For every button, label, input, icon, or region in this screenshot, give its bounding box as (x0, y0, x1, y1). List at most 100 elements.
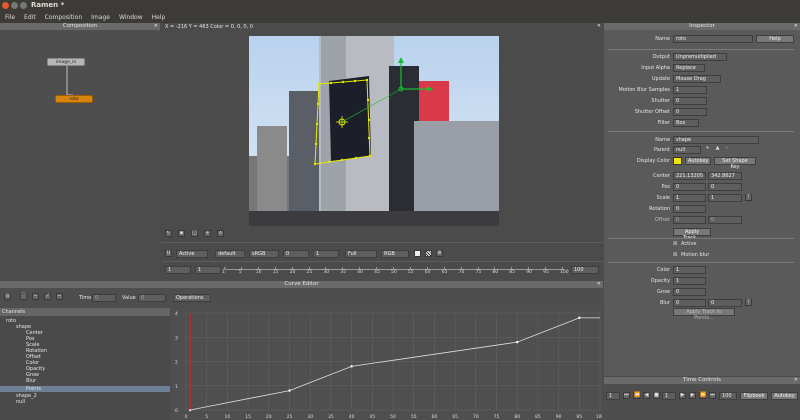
output-select[interactable]: Unpremultiplied (673, 53, 727, 61)
offset-x-field[interactable]: 0 (673, 216, 706, 224)
menu-composition[interactable]: Composition (45, 14, 82, 21)
channel-u-button[interactable]: U (165, 250, 172, 257)
offset-y-field[interactable]: 0 (708, 216, 742, 224)
rotation-field[interactable]: 0 (673, 205, 706, 213)
apply-track-button[interactable]: Apply Track... (673, 228, 711, 241)
close-panel-icon[interactable]: ✕ (597, 281, 601, 288)
pos-x-field[interactable]: 0 (673, 183, 706, 191)
scale-y-field[interactable]: 1 (708, 194, 742, 202)
colorspace-select[interactable]: sRGB (249, 250, 279, 258)
curve-ease-icon[interactable]: ⁄ (44, 293, 51, 300)
time-start-field[interactable]: 1 (606, 392, 620, 400)
link-blur-icon[interactable]: ⊤ (745, 299, 752, 306)
time-end-field[interactable]: 100 (719, 392, 737, 400)
exposure-field[interactable]: 0 (283, 250, 309, 258)
scale-x-field[interactable]: 1 (673, 194, 706, 202)
color-swatch-icon[interactable] (414, 250, 421, 257)
link-scale-icon[interactable]: ⊤ (745, 194, 752, 201)
node-roto[interactable]: roto (55, 95, 93, 103)
input-alpha-select[interactable]: Replace (673, 64, 705, 72)
pick-parent-icon[interactable]: + (704, 146, 711, 153)
up-arrow-icon[interactable]: ▲ (714, 146, 721, 153)
minimize-window-icon[interactable] (11, 2, 18, 9)
display-select[interactable]: default (215, 250, 245, 258)
mb-samples-field[interactable]: 1 (673, 86, 707, 94)
curve-keyframe-point[interactable] (350, 365, 353, 368)
channel-item[interactable]: roto (6, 318, 16, 324)
maximize-window-icon[interactable] (20, 2, 27, 9)
viewer-image[interactable] (249, 36, 499, 226)
parent-select[interactable]: null (673, 146, 701, 154)
channel-item[interactable]: null (16, 399, 25, 405)
prev-key-icon[interactable]: ⏪ (633, 392, 640, 399)
flipbook-button[interactable]: Flipbook (740, 392, 768, 400)
time-autokey-button[interactable]: Autokey (771, 392, 798, 400)
roto-shape-overlay[interactable] (249, 36, 499, 226)
active-checkbox[interactable]: ☒ (673, 241, 677, 247)
playhead[interactable] (225, 265, 226, 274)
color-field[interactable]: 1 (673, 266, 706, 274)
shape-name-field[interactable]: shape (673, 136, 759, 144)
mode-select[interactable]: Active (176, 250, 208, 258)
update-select[interactable]: Mouse Drag (673, 75, 721, 83)
curve-keyframe-point[interactable] (288, 389, 291, 392)
channels-select[interactable]: RGB (381, 250, 409, 258)
grow-field[interactable]: 0 (673, 288, 706, 296)
select-tool-icon[interactable]: ▪ (178, 230, 185, 237)
time-current-field[interactable]: 1 (662, 392, 676, 400)
timeline-slider[interactable]: 1 5 10 15 20 25 30 35 40 45 50 55 60 65 70 75 80 85 90 95 10… (222, 265, 569, 276)
autokey-button[interactable]: Autokey (685, 157, 711, 165)
go-end-icon[interactable]: ⏭ (709, 392, 716, 399)
pointer-tool-icon[interactable]: ↖ (165, 230, 172, 237)
center-x-field[interactable]: 221.13205 (673, 172, 706, 180)
menu-help[interactable]: Help (152, 14, 166, 21)
time-field[interactable]: 0 (92, 294, 116, 302)
current-frame-field[interactable]: 1 (195, 266, 221, 274)
add-point-tool-icon[interactable]: + (204, 230, 211, 237)
menu-file[interactable]: File (5, 14, 15, 21)
shutter-field[interactable]: 0 (673, 97, 707, 105)
checkerboard-icon[interactable] (425, 250, 432, 257)
settings-icon[interactable]: ⚙ (436, 250, 443, 257)
curve-linear-icon[interactable]: ⌒ (20, 293, 27, 300)
opacity-field[interactable]: 1 (673, 277, 706, 285)
channel-item[interactable]: Blur (26, 378, 36, 384)
close-window-icon[interactable] (2, 2, 9, 9)
display-color-swatch[interactable] (673, 157, 682, 165)
node-image-in[interactable]: image_in (47, 58, 85, 66)
blur-x-field[interactable]: 0 (673, 299, 706, 307)
curve-smooth-icon[interactable]: ∼ (32, 293, 39, 300)
menu-window[interactable]: Window (119, 14, 143, 21)
shutter-offset-field[interactable]: 0 (673, 108, 707, 116)
value-field[interactable]: 0 (138, 294, 166, 302)
center-y-field[interactable]: 342.8627 (708, 172, 742, 180)
blur-y-field[interactable]: 0 (708, 299, 742, 307)
start-frame-field[interactable]: 1 (165, 266, 191, 274)
curve-graph[interactable]: 0 5 10 15 20 25 30 35 40 45 50 55 60 65 70 75 80 85 90 95 10… (172, 308, 602, 420)
next-frame-icon[interactable]: ▶ (689, 392, 696, 399)
frame-all-icon[interactable]: ⊙ (4, 293, 11, 300)
stop-icon[interactable]: ■ (653, 392, 660, 399)
resolution-select[interactable]: Full (345, 250, 377, 258)
prev-frame-icon[interactable]: ◀ (643, 392, 650, 399)
menu-image[interactable]: Image (91, 14, 110, 21)
motion-blur-checkbox[interactable]: ☒ (673, 252, 677, 258)
play-icon[interactable]: ▶ (679, 392, 686, 399)
operations-select[interactable]: Operations (173, 294, 211, 302)
curve-keyframe-point[interactable] (516, 340, 519, 344)
node-name-field[interactable]: roto (673, 35, 753, 43)
curve-step-icon[interactable]: ⌐ (56, 293, 63, 300)
gamma-field[interactable]: 1 (313, 250, 339, 258)
next-key-icon[interactable]: ⏩ (699, 392, 706, 399)
apply-track-points-button[interactable]: Apply Track to Points... (673, 308, 735, 321)
pen-tool-icon[interactable]: ∧ (217, 230, 224, 237)
pos-y-field[interactable]: 0 (708, 183, 742, 191)
help-button[interactable]: Help (756, 35, 794, 43)
close-panel-icon[interactable]: ✕ (794, 23, 798, 30)
set-shape-key-button[interactable]: Set Shape Key (714, 157, 756, 170)
close-panel-icon[interactable]: ✕ (794, 377, 798, 384)
close-panel-icon[interactable]: ✕ (597, 23, 601, 30)
curve-keyframe-point[interactable] (578, 316, 581, 320)
check-icon[interactable]: ✓ (724, 146, 731, 153)
menu-edit[interactable]: Edit (24, 14, 36, 21)
